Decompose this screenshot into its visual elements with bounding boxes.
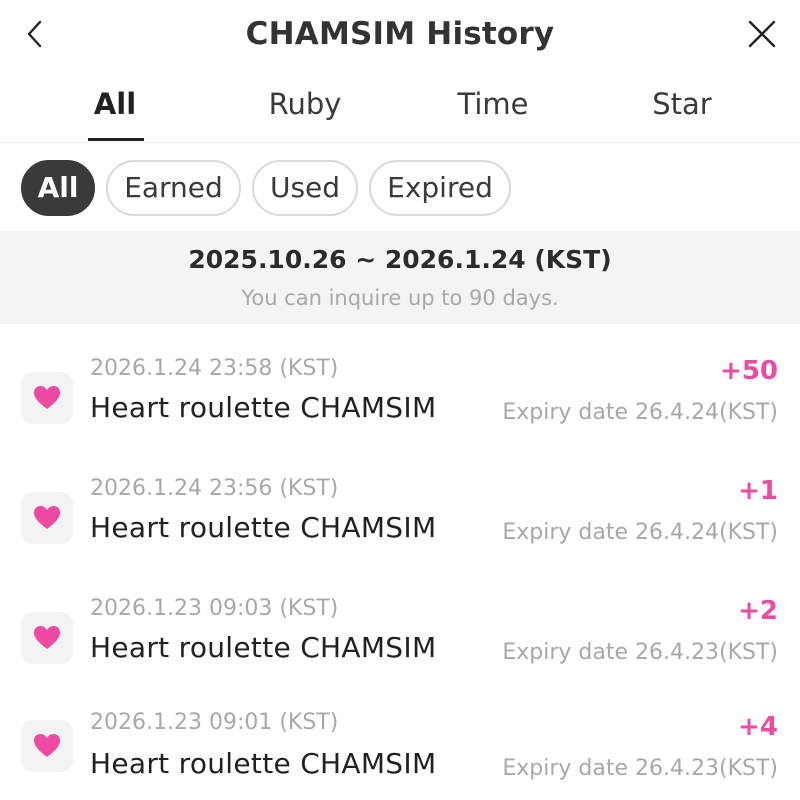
history-amount: +1 xyxy=(738,476,778,506)
tab-star[interactable]: Star xyxy=(622,76,742,142)
date-range-text: 2025.10.26 ~ 2026.1.24 (KST) xyxy=(188,245,612,274)
filter-chip-earned[interactable]: Earned xyxy=(106,160,241,216)
history-row[interactable]: 2026.1.23 09:01 (KST) Heart roulette CHA… xyxy=(0,680,800,800)
heart-icon-badge xyxy=(21,720,73,772)
chamsim-history-screen: CHAMSIM History All Ruby Time Star All E… xyxy=(0,0,800,800)
history-expiry: Expiry date 26.4.24(KST) xyxy=(502,520,778,545)
heart-icon xyxy=(34,626,60,649)
tab-all[interactable]: All xyxy=(65,76,165,142)
history-amount: +50 xyxy=(720,356,778,386)
heart-icon-badge xyxy=(21,612,73,664)
close-button[interactable] xyxy=(744,16,780,52)
page-title: CHAMSIM History xyxy=(245,16,555,52)
tab-ruby[interactable]: Ruby xyxy=(245,76,365,142)
date-range-note: You can inquire up to 90 days. xyxy=(241,286,559,310)
heart-icon xyxy=(34,506,60,529)
history-expiry: Expiry date 26.4.23(KST) xyxy=(502,640,778,665)
close-icon xyxy=(748,20,776,48)
history-title: Heart roulette CHAMSIM xyxy=(90,391,437,424)
history-amount: +2 xyxy=(738,596,778,626)
date-range-banner: 2025.10.26 ~ 2026.1.24 (KST) You can inq… xyxy=(0,231,800,324)
history-title: Heart roulette CHAMSIM xyxy=(90,747,437,780)
heart-icon xyxy=(34,386,60,409)
tab-bar: All Ruby Time Star xyxy=(0,76,800,143)
history-datetime: 2026.1.24 23:56 (KST) xyxy=(90,476,339,501)
history-datetime: 2026.1.23 09:01 (KST) xyxy=(90,710,339,735)
history-datetime: 2026.1.24 23:58 (KST) xyxy=(90,356,339,381)
history-row[interactable]: 2026.1.24 23:56 (KST) Heart roulette CHA… xyxy=(0,460,800,580)
tab-time[interactable]: Time xyxy=(433,76,553,142)
heart-icon-badge xyxy=(21,492,73,544)
heart-icon-badge xyxy=(21,372,73,424)
history-row[interactable]: 2026.1.24 23:58 (KST) Heart roulette CHA… xyxy=(0,340,800,460)
filter-chip-all[interactable]: All xyxy=(21,160,95,216)
history-title: Heart roulette CHAMSIM xyxy=(90,631,437,664)
active-tab-indicator xyxy=(88,138,144,141)
history-expiry: Expiry date 26.4.24(KST) xyxy=(502,400,778,425)
heart-icon xyxy=(34,734,60,757)
filter-chip-used[interactable]: Used xyxy=(252,160,358,216)
history-amount: +4 xyxy=(738,712,778,742)
history-expiry: Expiry date 26.4.23(KST) xyxy=(502,756,778,781)
history-title: Heart roulette CHAMSIM xyxy=(90,511,437,544)
filter-chip-expired[interactable]: Expired xyxy=(369,160,511,216)
header: CHAMSIM History xyxy=(0,0,800,68)
history-datetime: 2026.1.23 09:03 (KST) xyxy=(90,596,339,621)
